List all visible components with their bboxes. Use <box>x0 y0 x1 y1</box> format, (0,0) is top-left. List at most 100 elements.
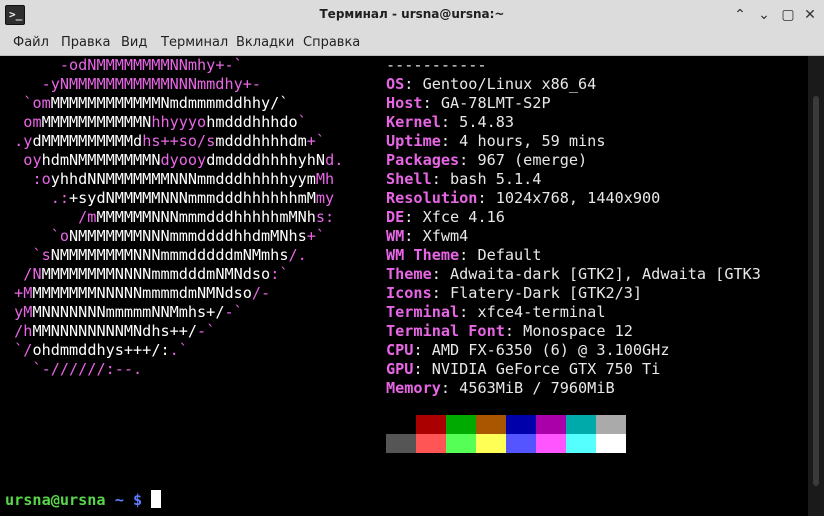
gentoo-ascii-logo: -odNMMMMMMMMNNmhy+-` -yNMMMMMMMMMMMNNNmm… <box>5 56 343 379</box>
logo-segment: :` <box>270 265 289 283</box>
info-value: Adwaita-dark [GTK2], Adwaita [GTK3 <box>450 265 761 283</box>
menu-terminal[interactable]: Терминал <box>161 35 228 50</box>
menu-help[interactable]: Справка <box>303 35 360 50</box>
logo-segment: `/ <box>14 341 33 359</box>
logo-segment <box>5 303 14 321</box>
logo-segment: /h <box>14 322 33 340</box>
logo-segment: -odNMMMMMMMMNNmhy+-` <box>59 56 243 74</box>
info-key: Shell <box>386 170 432 188</box>
color-swatch-bright-0 <box>386 434 416 453</box>
terminal-output[interactable]: -odNMMMMMMMMNNmhy+-` -yNMMMMMMMMMMMNNNmm… <box>0 56 808 516</box>
info-value: 4563MiB / 7960MiB <box>459 379 615 397</box>
logo-line: `sNMMMMMMMMNNNmmmdddddmNMmhs/. <box>5 246 343 265</box>
info-row: Resolution: 1024x768, 1440x900 <box>386 189 761 208</box>
logo-segment: yM <box>14 303 33 321</box>
logo-segment: /- <box>251 284 271 302</box>
info-key: Theme <box>386 265 432 283</box>
maximize-icon[interactable]: ▢ <box>779 6 797 24</box>
logo-segment: `s <box>32 246 51 264</box>
info-key: Uptime <box>386 132 441 150</box>
logo-line: .ydMMMMMMMMMMdhs++so/smdddhhhhdm+` <box>5 132 343 151</box>
logo-segment <box>5 151 23 169</box>
info-colon: : <box>440 113 460 131</box>
scrollbar[interactable] <box>808 56 824 516</box>
logo-segment: :o <box>32 170 51 188</box>
menu-view[interactable]: Вид <box>121 35 147 50</box>
logo-segment: -yNMMMMMMMMMMMNNNmmdhy+- <box>41 75 262 93</box>
info-value: Flatery-Dark [GTK2/3] <box>450 284 643 302</box>
info-colon: : <box>504 322 524 340</box>
minimize-icon[interactable]: ⌄ <box>755 6 773 24</box>
info-colon: : <box>404 227 423 245</box>
logo-segment: dMMMMMMMMMMd <box>32 132 143 150</box>
info-value: 5.4.83 <box>459 113 515 131</box>
logo-line: oyhdmNMMMMMMMMNdyooydmddddhhhhyhNd. <box>5 151 343 170</box>
logo-segment <box>5 360 32 378</box>
info-row: CPU: AMD FX-6350 (6) @ 3.100GHz <box>386 341 761 360</box>
logo-segment: yhhdNNMMMMMMMNNNmmdddhhhhhyym <box>50 170 316 188</box>
info-key: Terminal <box>386 303 460 321</box>
info-row: WM Theme: Default <box>386 246 761 265</box>
color-swatch-normal-6 <box>566 415 596 434</box>
title-bar[interactable]: >_ Терминал - ursna@ursna:~ ⌃ ⌄ ▢ ✕ <box>0 0 824 30</box>
logo-line: /NMMMMMMMMNNNNmmmdddmNMNdso:` <box>5 265 343 284</box>
logo-segment: MMMMMMMNNNNNmmmmdmNMNdso <box>32 284 252 302</box>
info-value: 1024x768, 1440x900 <box>495 189 661 207</box>
logo-segment <box>5 341 14 359</box>
info-row: Memory: 4563MiB / 7960MiB <box>386 379 761 398</box>
logo-line: `oNMMMMMMMNNNmmmddddhhdmMNhs+` <box>5 227 343 246</box>
info-key: DE <box>386 208 405 226</box>
logo-line: `-//////:--. <box>5 360 343 379</box>
roll-up-icon[interactable]: ⌃ <box>731 6 749 24</box>
info-value: Default <box>477 246 542 264</box>
info-colon: : <box>431 265 451 283</box>
info-colon: : <box>459 246 478 264</box>
info-value: GA-78LMT-S2P <box>440 94 551 112</box>
logo-segment: my <box>315 189 335 207</box>
logo-segment <box>5 265 23 283</box>
logo-segment: MMMMMMNNNmmmdddhhhhhmMNh <box>96 208 316 226</box>
info-separator: ----------- <box>386 56 487 74</box>
close-icon[interactable]: ✕ <box>801 6 819 24</box>
info-value: Monospace 12 <box>523 322 633 340</box>
info-key: CPU <box>386 341 414 359</box>
color-swatch-normal-7 <box>596 415 626 434</box>
logo-segment <box>5 246 32 264</box>
menu-file[interactable]: Файл <box>13 35 49 50</box>
color-swatch-normal-1 <box>416 415 446 434</box>
info-row: Host: GA-78LMT-S2P <box>386 94 761 113</box>
info-row: Icons: Flatery-Dark [GTK2/3] <box>386 284 761 303</box>
info-colon: : <box>413 341 432 359</box>
info-key: Packages <box>386 151 460 169</box>
info-row: Terminal Font: Monospace 12 <box>386 322 761 341</box>
color-swatch-bright-1 <box>416 434 446 453</box>
logo-segment: d. <box>325 151 344 169</box>
logo-segment: -` <box>224 303 243 321</box>
logo-segment: ` <box>297 113 307 131</box>
info-key: Icons <box>386 284 432 302</box>
info-key: Kernel <box>386 113 441 131</box>
info-key: Host <box>386 94 423 112</box>
logo-segment: hhyyyo <box>151 113 207 131</box>
menu-tabs[interactable]: Вкладки <box>236 35 294 50</box>
color-swatch-bright-7 <box>596 434 626 453</box>
info-row: OS: Gentoo/Linux x86_64 <box>386 75 761 94</box>
logo-segment: MMNNNNNNNNMNdhs++/ <box>32 322 198 340</box>
logo-line: `omMMMMMMMMMMMMNmdmmmmddhhy/` <box>5 94 343 113</box>
logo-line: -odNMMMMMMMMNNmhy+-` <box>5 56 343 75</box>
logo-segment: +M <box>14 284 33 302</box>
shell-prompt[interactable]: ursna@ursna ~ $ <box>5 490 162 510</box>
logo-segment <box>5 189 51 207</box>
prompt-dir: ~ $ <box>105 491 143 509</box>
logo-segment <box>5 170 32 188</box>
info-row: Packages: 967 (emerge) <box>386 151 761 170</box>
info-row: Theme: Adwaita-dark [GTK2], Adwaita [GTK… <box>386 265 761 284</box>
color-swatch-bright-3 <box>476 434 506 453</box>
info-key: WM Theme <box>386 246 460 264</box>
logo-segment: /. <box>288 246 307 264</box>
menu-edit[interactable]: Правка <box>61 35 110 50</box>
logo-line: .:+sydNMMMMMNNNmmmdddhhhhhhmMmy <box>5 189 343 208</box>
info-key: WM <box>386 227 405 245</box>
color-swatch-bright-6 <box>566 434 596 453</box>
scrollbar-thumb[interactable] <box>813 96 819 486</box>
